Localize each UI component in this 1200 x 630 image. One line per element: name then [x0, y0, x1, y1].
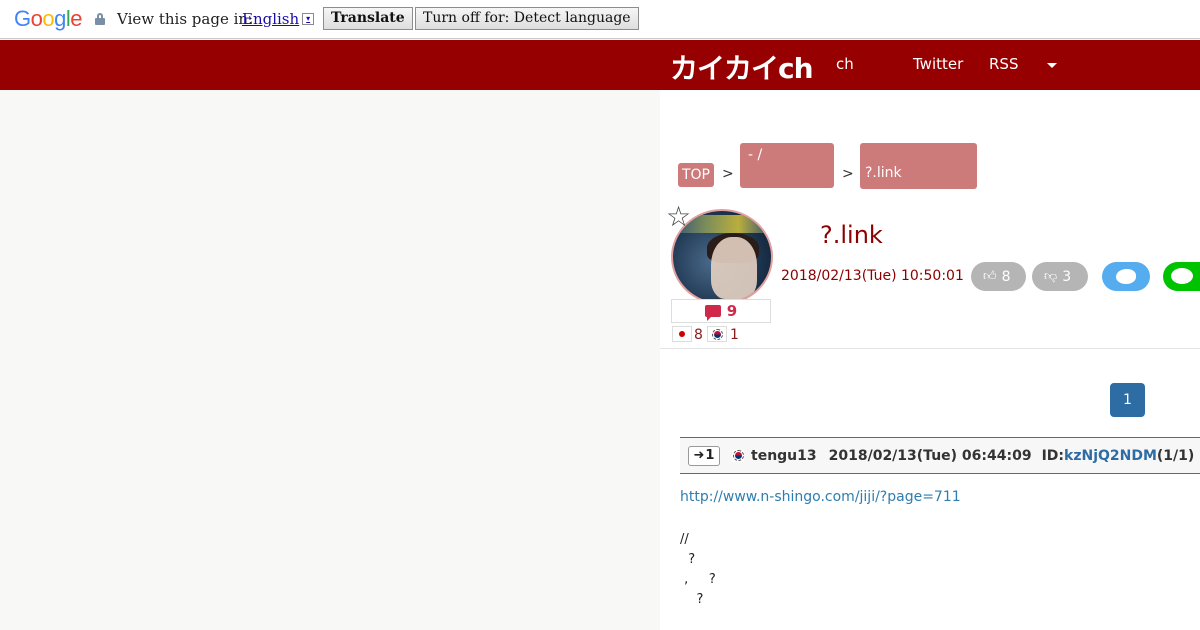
breadcrumb-category[interactable]: - /: [740, 143, 834, 188]
reply-button[interactable]: ➜ 1: [688, 445, 720, 466]
nav-twitter[interactable]: Twitter: [913, 55, 963, 73]
content-pane: TOP > - / > ?.link ☆ 9 8 1 ?.link 2018/0…: [660, 90, 1200, 630]
translate-prompt: View this page in:: [117, 10, 254, 28]
post-date: 2018/02/13(Tue) 06:44:09: [828, 447, 1032, 464]
translate-button[interactable]: Translate: [323, 7, 413, 30]
google-logo: Google: [14, 6, 83, 31]
translate-bar: Google View this page in: English ▾ Trans…: [0, 0, 1200, 39]
post-source-link[interactable]: http://www.n-shingo.com/jiji/?page=711: [680, 489, 961, 505]
comment-count: 9: [726, 302, 738, 320]
post-id-label: ID:: [1041, 447, 1065, 464]
like-count: 8: [1001, 268, 1011, 285]
breadcrumb-separator: >: [722, 166, 734, 182]
post-header: ➜ 1 tengu13 2018/02/13(Tue) 06:44:09 ID: …: [680, 437, 1200, 474]
article-date: 2018/02/13(Tue) 10:50:01: [781, 268, 964, 284]
chevron-down-icon[interactable]: ▾: [302, 13, 315, 25]
breadcrumb-current: ?.link: [860, 143, 977, 189]
kr-comment-count: 1: [730, 327, 739, 343]
jp-comment-count: 8: [694, 327, 703, 343]
site-header: カイカイch ch Twitter RSS: [0, 40, 1200, 90]
twitter-share-button[interactable]: [1102, 262, 1150, 291]
nav-ch[interactable]: ch: [836, 55, 854, 73]
dislike-button[interactable]: 👎︎ 3: [1032, 262, 1088, 291]
post-line: ?: [680, 592, 704, 607]
korea-flag-icon: [732, 449, 744, 462]
language-select[interactable]: English ▾: [242, 10, 315, 28]
comment-icon: [704, 305, 721, 321]
post-body: // ? , ? ?: [680, 530, 716, 610]
lock-icon: [95, 13, 105, 25]
breadcrumb-separator: >: [842, 166, 854, 182]
japan-flag-icon: [672, 326, 692, 342]
reply-arrow-icon: ➜: [693, 448, 705, 463]
site-logo[interactable]: カイカイch: [670, 47, 814, 87]
post-id-count: (1/1): [1156, 447, 1195, 464]
dislike-count: 3: [1062, 268, 1072, 285]
pagination-page-1[interactable]: 1: [1110, 383, 1145, 417]
nav-rss[interactable]: RSS: [989, 55, 1018, 73]
post-line: //: [680, 532, 689, 547]
comment-count-badge[interactable]: 9: [671, 299, 771, 323]
star-icon[interactable]: ☆: [666, 203, 691, 231]
dropdown-caret-icon[interactable]: [1047, 63, 1057, 68]
thumbs-up-icon: 👍︎: [983, 269, 997, 284]
article-title: ?.link: [820, 221, 883, 249]
thumbs-down-icon: 👎︎: [1044, 269, 1058, 284]
post-username: tengu13: [751, 447, 817, 464]
turn-off-translate-button[interactable]: Turn off for: Detect language: [415, 7, 639, 30]
line-chat-icon: [1171, 268, 1193, 284]
divider: [660, 348, 1200, 349]
breadcrumb-top[interactable]: TOP: [678, 163, 714, 187]
twitter-bird-icon: [1116, 269, 1136, 284]
post-line: ?: [680, 552, 696, 567]
korea-flag-icon: [707, 326, 727, 342]
line-share-button[interactable]: [1163, 262, 1200, 291]
post-number: 1: [705, 448, 715, 463]
left-blank-pane: [0, 90, 660, 630]
post-line: , ?: [680, 572, 716, 587]
like-button[interactable]: 👍︎ 8: [971, 262, 1026, 291]
post-id-link[interactable]: kzNjQ2NDM: [1064, 448, 1157, 464]
